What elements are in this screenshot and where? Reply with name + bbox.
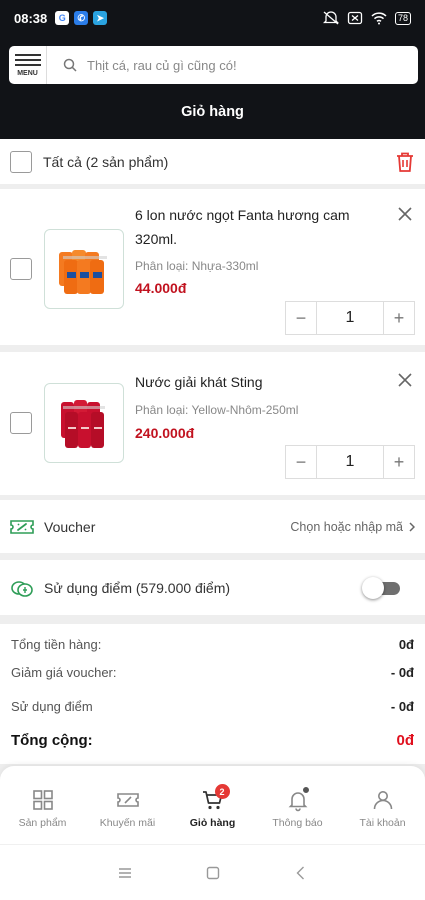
battery-indicator: 78 — [394, 11, 411, 25]
no-sim-icon — [347, 11, 363, 25]
select-all-checkbox[interactable] — [10, 150, 32, 173]
tab-label: Tài khoản — [359, 817, 406, 829]
menu-label: MENU — [17, 69, 38, 77]
item-variant: Phân loại: Yellow-Nhôm-250ml — [135, 403, 299, 417]
google-app-icon: G — [55, 11, 70, 25]
mute-icon — [322, 11, 339, 25]
chevron-right-icon — [409, 521, 415, 532]
notification-dot — [301, 786, 310, 794]
voucher-row[interactable]: Voucher Chọn hoặc nhập mã — [0, 500, 425, 553]
item-price: 240.000đ — [135, 425, 195, 441]
select-all-label: Tất cả (2 sản phẩm) — [43, 153, 169, 170]
fanta-cans-image — [59, 250, 107, 294]
page-title: Giỏ hàng — [181, 104, 244, 120]
back-icon[interactable] — [292, 864, 310, 882]
item-name[interactable]: Nước giải khát Sting — [135, 370, 385, 394]
points-discount-label: Sử dụng điểm — [11, 699, 93, 714]
increase-quantity-button[interactable]: + — [384, 446, 414, 478]
total-value: 0đ — [396, 732, 414, 749]
points-toggle[interactable] — [362, 576, 402, 599]
decrease-quantity-button[interactable]: − — [286, 446, 316, 478]
app-header: MENU Giỏ hàng — [0, 36, 425, 139]
item-checkbox[interactable] — [10, 412, 32, 434]
decrease-quantity-button[interactable]: − — [286, 302, 316, 334]
coins-icon — [11, 580, 33, 597]
points-row: Sử dụng điểm (579.000 điểm) — [0, 560, 425, 615]
quantity-value[interactable]: 1 — [316, 446, 384, 478]
recent-apps-icon[interactable] — [116, 864, 134, 882]
menu-bar — [14, 53, 41, 56]
ticket-icon — [116, 793, 139, 807]
order-summary: Tổng tiền hàng: 0đ Giảm giá voucher: - 0… — [0, 624, 425, 764]
cart-badge: 2 — [214, 784, 230, 799]
subtotal-value: 0đ — [398, 637, 414, 652]
cart-item: 6 lon nước ngọt Fanta hương cam 320ml. P… — [0, 189, 425, 345]
home-icon[interactable] — [204, 864, 222, 882]
telegram-app-icon: ➤ — [93, 11, 108, 25]
status-bar: 08:38 G ✆ ➤ 78 — [0, 0, 425, 36]
tab-label: Thông báo — [272, 817, 323, 829]
points-label: Sử dụng điểm (579.000 điểm) — [44, 579, 231, 596]
cart-item: Nước giải khát Sting Phân loại: Yellow-N… — [0, 352, 425, 495]
tab-cart[interactable]: 2 Giỏ hàng — [170, 766, 255, 844]
increase-quantity-button[interactable]: + — [384, 302, 414, 334]
select-all-row: Tất cả (2 sản phẩm) — [0, 139, 425, 184]
quantity-stepper: − 1 + — [285, 301, 415, 335]
voucher-hint-text: Chọn hoặc nhập mã — [290, 519, 403, 534]
voucher-icon — [10, 519, 34, 534]
total-label: Tổng cộng: — [11, 732, 93, 749]
toggle-knob — [362, 576, 384, 599]
status-time: 08:38 — [14, 10, 48, 26]
menu-bar — [14, 63, 41, 66]
voucher-hint[interactable]: Chọn hoặc nhập mã — [290, 520, 415, 534]
subtotal-label: Tổng tiền hàng: — [11, 637, 102, 652]
product-image-sting[interactable] — [44, 383, 124, 463]
delete-all-button[interactable] — [395, 151, 415, 173]
menu-button[interactable]: MENU — [9, 46, 47, 84]
subtotal-line: Tổng tiền hàng: 0đ — [11, 637, 414, 652]
tab-promotions[interactable]: Khuyến mãi — [85, 766, 170, 844]
search-bar: MENU — [9, 46, 418, 84]
tab-notifications[interactable]: Thông báo — [255, 766, 340, 844]
wifi-icon — [371, 12, 387, 25]
item-checkbox[interactable] — [10, 258, 32, 280]
item-price: 44.000đ — [135, 280, 187, 296]
system-nav-bar — [0, 844, 425, 900]
grid-icon — [32, 790, 53, 810]
messenger-app-icon: ✆ — [74, 11, 89, 25]
remove-item-button[interactable] — [397, 206, 413, 222]
tab-label: Giỏ hàng — [189, 817, 236, 829]
voucher-discount-line: Giảm giá voucher: - 0đ — [11, 665, 414, 680]
points-discount-value: - 0đ — [390, 699, 414, 714]
search-icon — [63, 58, 77, 72]
item-name[interactable]: 6 lon nước ngọt Fanta hương cam 320ml. — [135, 203, 385, 251]
points-discount-line: Sử dụng điểm - 0đ — [11, 699, 414, 714]
quantity-value[interactable]: 1 — [316, 302, 384, 334]
product-image-fanta[interactable] — [44, 229, 124, 309]
tab-label: Sản phẩm — [18, 817, 67, 829]
total-line: Tổng cộng: 0đ — [11, 732, 414, 749]
quantity-stepper: − 1 + — [285, 445, 415, 479]
search-input[interactable] — [87, 57, 387, 73]
remove-item-button[interactable] — [397, 372, 413, 388]
item-variant: Phân loại: Nhựa-330ml — [135, 259, 259, 273]
bottom-tab-bar: Sản phẩm Khuyến mãi 2 Giỏ hàng Thông báo… — [0, 766, 425, 844]
tab-products[interactable]: Sản phẩm — [0, 766, 85, 844]
sting-cans-image — [61, 400, 105, 448]
voucher-discount-value: - 0đ — [390, 665, 414, 680]
user-icon — [373, 791, 392, 810]
voucher-discount-label: Giảm giá voucher: — [11, 665, 117, 680]
tab-label: Khuyến mãi — [99, 817, 156, 829]
menu-bar — [14, 58, 41, 61]
voucher-label: Voucher — [44, 518, 96, 535]
tab-account[interactable]: Tài khoản — [340, 766, 425, 844]
